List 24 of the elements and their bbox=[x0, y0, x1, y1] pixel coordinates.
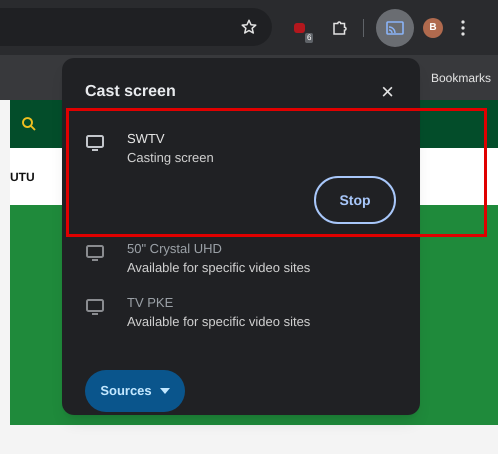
nav-text[interactable]: UTU bbox=[10, 168, 35, 186]
device-name[interactable]: TV PKE bbox=[127, 294, 398, 312]
device-status: Available for specific video sites bbox=[127, 313, 312, 331]
search-icon[interactable] bbox=[20, 115, 38, 133]
device-status: Available for specific video sites bbox=[127, 259, 312, 277]
cast-button[interactable] bbox=[376, 8, 414, 46]
bookmarks-label[interactable]: Bookmarks bbox=[430, 68, 491, 86]
star-icon[interactable] bbox=[240, 18, 258, 36]
device-status: Casting screen bbox=[127, 149, 215, 167]
dropdown-icon bbox=[160, 388, 170, 394]
menu-icon[interactable] bbox=[461, 20, 465, 36]
dialog-title: Cast screen bbox=[85, 82, 176, 102]
stop-button[interactable]: Stop bbox=[314, 176, 396, 224]
close-button[interactable]: × bbox=[377, 81, 398, 103]
device-name[interactable]: 50" Crystal UHD bbox=[127, 240, 398, 258]
profile-avatar[interactable]: B bbox=[423, 18, 443, 38]
device-name[interactable]: SWTV bbox=[127, 130, 398, 148]
puzzle-icon[interactable] bbox=[331, 18, 349, 36]
tv-icon bbox=[85, 244, 105, 262]
tv-icon bbox=[85, 134, 105, 152]
cast-icon bbox=[386, 20, 404, 34]
extension-badge: 6 bbox=[305, 32, 314, 42]
sources-button[interactable]: Sources bbox=[85, 370, 185, 412]
tv-icon bbox=[85, 298, 105, 316]
